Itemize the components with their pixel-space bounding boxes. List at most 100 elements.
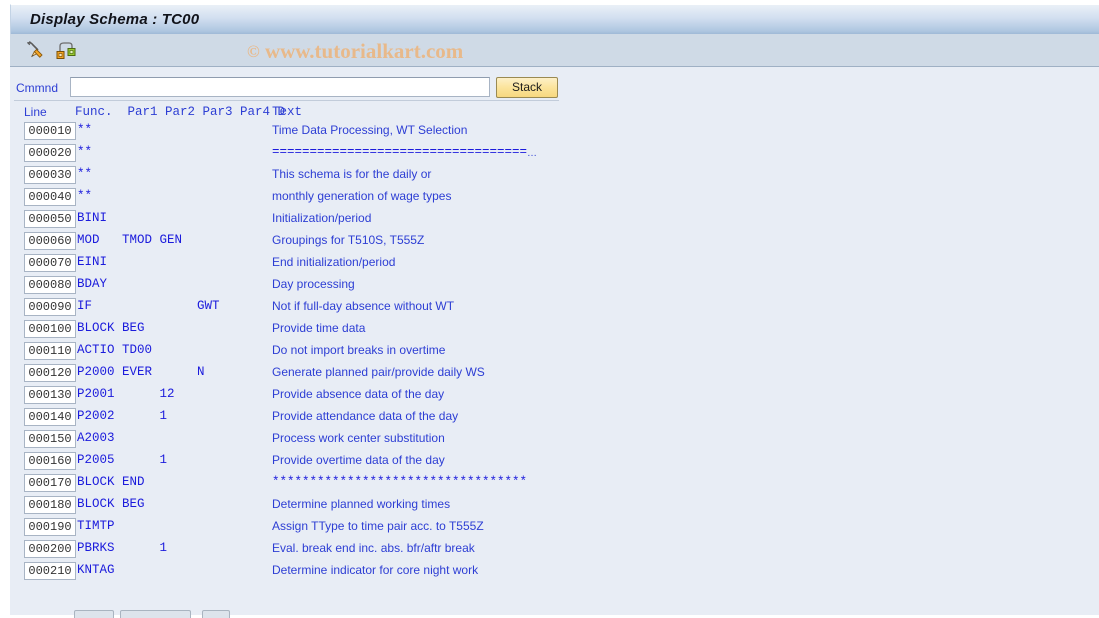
table-row: A2003 Process work center substitution — [10, 430, 1099, 452]
row-text-value: Initialization/period — [272, 211, 372, 225]
row-text-value: Do not import breaks in overtime — [272, 343, 446, 357]
row-text-value: monthly generation of wage types — [272, 189, 452, 203]
bottom-button-3[interactable] — [202, 610, 230, 618]
row-text-value: Generate planned pair/provide daily WS — [272, 365, 485, 379]
line-number-input[interactable] — [24, 562, 76, 580]
table-row: EINI End initialization/period — [10, 254, 1099, 276]
line-number-input[interactable] — [24, 540, 76, 558]
line-number-input[interactable] — [24, 386, 76, 404]
row-code-cells: TIMTP — [77, 519, 115, 533]
table-row: BLOCK BEG Provide time data — [10, 320, 1099, 342]
row-text-value: ********************************** — [272, 475, 528, 489]
line-number-input[interactable] — [24, 210, 76, 228]
row-text-cell: Provide absence data of the day — [272, 387, 444, 401]
table-row: MOD TMOD GEN Groupings for T510S, T555Z — [10, 232, 1099, 254]
row-text-cell: ********************************** — [272, 475, 527, 489]
column-header-line: Line — [24, 105, 47, 119]
row-text-cell: This schema is for the daily or — [272, 167, 431, 181]
line-number-input[interactable] — [24, 408, 76, 426]
bottom-button-2[interactable] — [120, 610, 191, 618]
row-code-cells: P2001 12 — [77, 387, 175, 401]
line-number-input[interactable] — [24, 232, 76, 250]
row-text-cell: Not if full-day absence without WT — [272, 299, 454, 313]
table-row: ** monthly generation of wage types — [10, 188, 1099, 210]
schema-table: Line Func. Par1 Par2 Par3 Par4 D Text **… — [10, 103, 1099, 584]
row-text-value: Eval. break end inc. abs. bfr/aftr break — [272, 541, 475, 555]
check-pencil-icon[interactable] — [25, 40, 47, 61]
row-text-value: Provide time data — [272, 321, 366, 335]
table-row: IF GWT Not if full-day absence without WT — [10, 298, 1099, 320]
row-text-cell: Determine planned working times — [272, 497, 450, 511]
copyright-icon: © — [247, 42, 260, 61]
watermark-text: www.tutorialkart.com — [264, 39, 464, 63]
table-row: ACTIO TD00 Do not import breaks in overti… — [10, 342, 1099, 364]
row-code-cells: P2005 1 — [77, 453, 168, 467]
line-number-input[interactable] — [24, 298, 76, 316]
line-number-input[interactable] — [24, 452, 76, 470]
row-text-value: Groupings for T510S, T555Z — [272, 233, 425, 247]
command-divider — [14, 100, 559, 101]
row-code-cells: BINI — [77, 211, 108, 225]
row-code-cells: BLOCK BEG — [77, 321, 145, 335]
row-code-cells: ** — [77, 123, 93, 137]
line-number-input[interactable] — [24, 122, 76, 140]
command-input[interactable] — [70, 77, 490, 97]
row-text-cell: Determine indicator for core night work — [272, 563, 478, 577]
table-row: P2002 1 Provide attendance data of the da… — [10, 408, 1099, 430]
table-body: ** Time Data Processing, WT Selection ** ==… — [10, 122, 1099, 584]
application-toolbar — [10, 34, 1099, 67]
line-number-input[interactable] — [24, 144, 76, 162]
bottom-button-strip — [10, 607, 1099, 618]
stack-button[interactable]: Stack — [496, 77, 558, 98]
row-text-value: Not if full-day absence without WT — [272, 299, 455, 313]
row-code-cells: ACTIO TD00 — [77, 343, 153, 357]
row-text-cell: Assign TType to time pair acc. to T555Z — [272, 519, 484, 533]
row-text-value: Assign TType to time pair acc. to T555Z — [272, 519, 484, 533]
row-text-cell: Eval. break end inc. abs. bfr/aftr break — [272, 541, 475, 555]
line-number-input[interactable] — [24, 166, 76, 184]
watermark: © www.tutorialkart.com — [247, 39, 463, 64]
row-code-cells: P2002 1 — [77, 409, 168, 423]
sap-gui-window: Display Schema : TC00 © www.tutorialkart… — [0, 0, 1099, 618]
line-number-input[interactable] — [24, 320, 76, 338]
row-text-cell: Provide time data — [272, 321, 365, 335]
row-text-cell: Generate planned pair/provide daily WS — [272, 365, 485, 379]
row-text-value: This schema is for the daily or — [272, 167, 432, 181]
row-text-cell: monthly generation of wage types — [272, 189, 451, 203]
line-number-input[interactable] — [24, 254, 76, 272]
line-number-input[interactable] — [24, 518, 76, 536]
row-code-cells: PBRKS 1 — [77, 541, 168, 555]
row-text-value: Day processing — [272, 277, 355, 291]
line-number-input[interactable] — [24, 188, 76, 206]
row-text-cell: Do not import breaks in overtime — [272, 343, 445, 357]
row-code-cells: BDAY — [77, 277, 108, 291]
row-code-cells: P2000 EVER N — [77, 365, 205, 379]
line-number-input[interactable] — [24, 364, 76, 382]
row-code-cells: BLOCK END — [77, 475, 145, 489]
table-header: Line Func. Par1 Par2 Par3 Par4 D Text — [10, 103, 1099, 122]
bottom-button-1[interactable] — [74, 610, 114, 618]
table-row: P2005 1 Provide overtime data of the day — [10, 452, 1099, 474]
line-number-input[interactable] — [24, 276, 76, 294]
row-text-cell: Day processing — [272, 277, 355, 291]
line-number-input[interactable] — [24, 430, 76, 448]
schema-hierarchy-icon[interactable] — [55, 40, 77, 61]
page-title: Display Schema : TC00 — [30, 11, 200, 28]
row-code-cells: IF GWT — [77, 299, 220, 313]
column-header-text: Text — [272, 105, 303, 119]
table-row: P2001 12 Provide absence data of the day — [10, 386, 1099, 408]
table-row: BINI Initialization/period — [10, 210, 1099, 232]
line-number-input[interactable] — [24, 342, 76, 360]
line-number-input[interactable] — [24, 474, 76, 492]
row-text-cell: Time Data Processing, WT Selection — [272, 123, 467, 137]
table-row: ** This schema is for the daily or — [10, 166, 1099, 188]
row-text-cell: Groupings for T510S, T555Z — [272, 233, 424, 247]
row-text-cell: Provide overtime data of the day — [272, 453, 445, 467]
main-content: Cmmnd Stack Line Func. Par1 Par2 Par3 Pa… — [10, 67, 1099, 618]
table-row: TIMTP Assign TType to time pair acc. to T… — [10, 518, 1099, 540]
line-number-input[interactable] — [24, 496, 76, 514]
command-label: Cmmnd — [16, 81, 59, 95]
row-text-cell: Initialization/period — [272, 211, 371, 225]
row-code-cells: MOD TMOD GEN — [77, 233, 183, 247]
row-code-cells: KNTAG — [77, 563, 115, 577]
